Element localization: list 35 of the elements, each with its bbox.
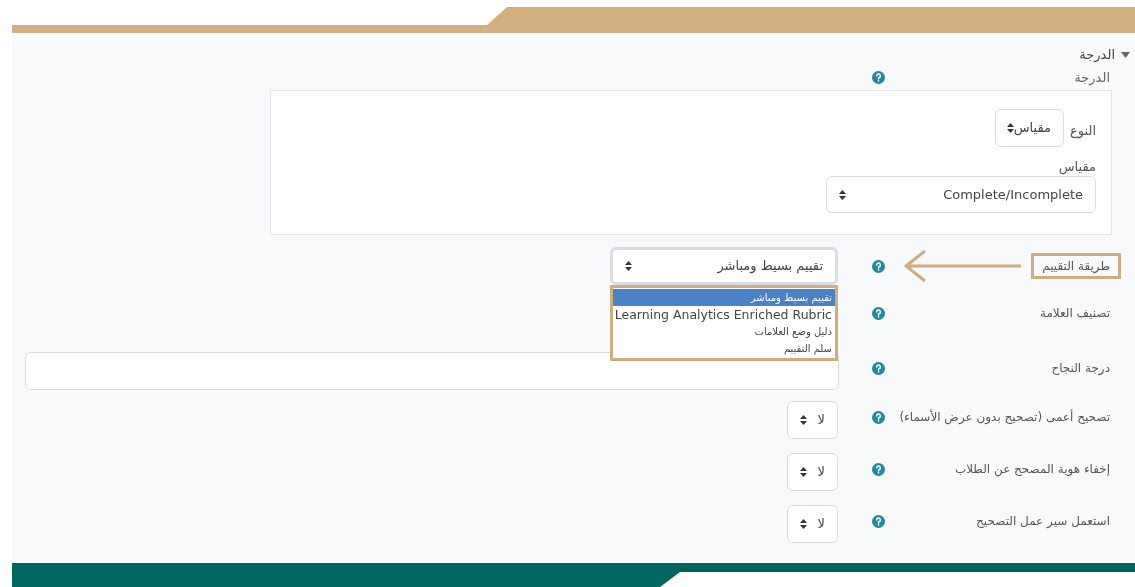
yes-no-select[interactable]: لا <box>787 401 838 439</box>
sort-caret-icon <box>800 519 807 529</box>
arrow-icon <box>903 248 1024 284</box>
sort-caret-icon <box>1006 123 1014 133</box>
scale-select[interactable]: Complete/Incomplete <box>826 176 1096 213</box>
help-icon[interactable] <box>872 361 885 375</box>
dropdown-option[interactable]: دليل وضع العلامات <box>613 323 835 340</box>
field-label: النوع <box>1070 122 1096 141</box>
sort-caret-icon <box>800 467 807 477</box>
yes-no-select[interactable]: لا <box>787 505 838 543</box>
help-icon[interactable] <box>872 462 885 476</box>
type-select[interactable]: مقياس <box>995 109 1065 147</box>
field-label: درجة النجاح <box>1050 360 1111 377</box>
field-label: تصحيح أعمى (تصحيح بدون عرض الأسماء) <box>898 408 1111 427</box>
field-label: طريقة التقييم <box>1031 253 1121 279</box>
field-label: إخفاء هوية المصحح عن الطلاب <box>953 461 1111 479</box>
collapse-caret-icon[interactable] <box>1121 52 1130 58</box>
field-label: استعمل سير عمل التصحيح <box>975 513 1111 530</box>
section-title[interactable]: الدرجة <box>1079 45 1115 65</box>
help-icon[interactable] <box>872 70 885 84</box>
help-icon[interactable] <box>872 410 885 424</box>
field-label: مقياس <box>1058 158 1096 175</box>
grading-method-select[interactable]: تقييم بسيط ومباشر <box>610 247 838 285</box>
help-icon[interactable] <box>872 259 885 273</box>
dropdown-option[interactable]: Learning Analytics Enriched Rubric <box>613 306 835 323</box>
yes-no-select[interactable]: لا <box>787 453 838 491</box>
help-icon[interactable] <box>872 514 885 528</box>
sort-caret-icon <box>800 415 807 425</box>
field-label: تصنيف العلامة <box>1038 305 1111 322</box>
sort-caret-icon <box>839 189 846 200</box>
field-label: الدرجة <box>1074 70 1110 85</box>
dropdown-option[interactable]: تقييم بسيط ومباشر <box>613 289 835 306</box>
dropdown-option[interactable]: سلم التقييم <box>613 340 835 357</box>
help-icon[interactable] <box>872 306 885 320</box>
sort-caret-icon <box>625 261 632 271</box>
